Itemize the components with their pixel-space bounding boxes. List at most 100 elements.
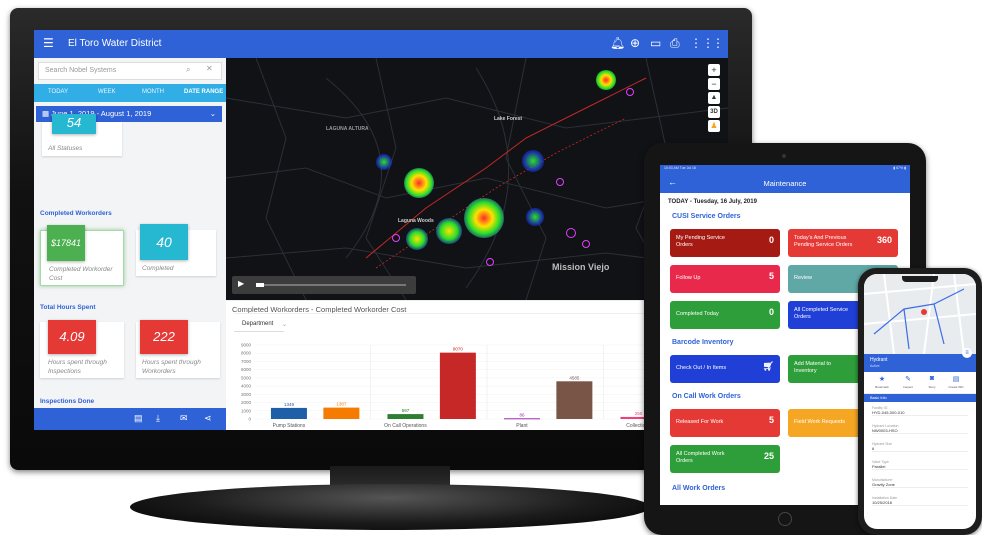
3d-toggle-button[interactable]: 3D [708,106,720,118]
hours-workorders-value: 222 [140,320,188,354]
check-out-in-items-button[interactable]: Check Out / In Items 🛒︎ [670,355,780,383]
tablet-home-button[interactable] [778,512,792,526]
y-tick-label: 9000 [241,343,252,348]
follow-up-button[interactable]: Follow Up 5 [670,265,780,293]
left-panel-footer: ▤ ⤓ ✉ ⋖ [34,408,226,430]
completed-cost-card[interactable]: $17841 Completed Workorder Cost [40,225,124,286]
bar[interactable] [323,407,360,419]
cart-icon: 🛒︎ [762,361,774,371]
x-tick-label: Plant [516,423,528,429]
search-input[interactable]: Search Nobel Systems [38,62,222,80]
mail-icon[interactable]: ✉ [180,413,188,424]
status-value: 54 [52,114,96,134]
search-icon[interactable]: ⌕ [186,65,190,75]
department-dropdown[interactable]: Department [242,321,273,327]
field-value: Gravity Zone [872,482,895,487]
street-view-icon[interactable]: ♟ [708,120,720,132]
button-count: 5 [768,415,774,425]
field-value: Parallel [872,464,886,469]
timeline-thumb[interactable] [256,283,264,287]
divider [234,313,704,314]
bar[interactable] [270,407,307,419]
zoom-in-button[interactable]: + [708,64,720,76]
play-icon[interactable]: ▶ [238,279,244,288]
close-icon[interactable]: ✕ [206,64,213,73]
tab-week[interactable]: WEEK [98,89,116,95]
map-label-lake-forest: Lake Forest [494,116,523,122]
field-row: Hydrant Location NW0003-HSO [872,424,968,434]
hamburger-menu-icon[interactable]: ☰ [43,36,54,50]
field-value: 6 [872,446,875,451]
completed-today-button[interactable]: Completed Today 0 [670,301,780,329]
bar-value-label: 86 [519,412,525,417]
section-title-inspections: Inspections Done [40,398,95,405]
phone-notch [902,276,938,282]
tablet-status-time: 10:03 AM Tue Jul 16 [664,166,696,170]
map-label-laguna-woods: Laguna Woods [398,218,434,224]
download-icon[interactable]: ⤓ [156,413,160,424]
bar-value-label: 1349 [284,402,295,407]
document-icon[interactable]: ▤ [946,375,966,383]
hours-inspections-card[interactable]: 4.09 Hours spent through Inspections [40,320,124,378]
button-label: Review [794,275,813,281]
all-completed-work-orders-button[interactable]: All Completed Work Orders 25 [670,445,780,473]
button-label: My Pending Service Orders [676,235,725,248]
chevron-down-icon: ⌄ [282,322,288,328]
hours-workorders-card[interactable]: 222 Hours spent through Workorders [136,320,220,378]
button-label: Today's And Previous Pending Service Ord… [794,235,853,248]
button-label: Add Material to Inventory [794,361,831,374]
hours-workorders-label: Hours spent through Workorders [142,359,201,375]
completed-count-card[interactable]: 40 Completed [136,224,216,276]
timeline-slider[interactable] [256,283,406,287]
tab-today[interactable]: TODAY [48,89,68,95]
button-label: Check Out / In Items [676,365,727,371]
app-top-bar: ☰ El Toro Water District 🔔︎ ⊕ ▭ ⎙ ⋮⋮ ⋮ [34,30,728,58]
apps-grid-icon[interactable]: ⋮⋮ [690,36,714,50]
share-icon[interactable]: ⋖ [204,413,212,424]
todays-pending-service-orders-button[interactable]: Today's And Previous Pending Service Ord… [788,229,898,257]
camera-icon[interactable]: ◙ [922,375,942,382]
phone-map[interactable] [864,274,976,354]
window-icon[interactable]: ▭ [650,36,661,50]
status-label: All Statuses [48,145,83,152]
bar[interactable] [556,381,593,419]
bell-icon[interactable]: 🔔︎ [610,36,625,50]
heat-spot [596,70,616,90]
document-icon[interactable]: ▤ [134,413,143,424]
button-count: 0 [768,235,774,245]
button-label: Completed Today [676,311,719,317]
completed-cost-label: Completed Workorder Cost [49,266,113,282]
print-icon[interactable]: ⎙ [670,36,680,51]
zoom-out-button[interactable]: − [708,78,720,90]
field-row: Installation Date 10/25/2016 [872,496,968,506]
hydrant-header: Hydrant Active ≡ [864,348,976,372]
map-marker [626,88,634,96]
map-label-laguna-altura: LAGUNA ALTURA [326,126,369,132]
button-label: All Completed Work Orders [676,451,725,464]
y-tick-label: 3000 [241,392,252,397]
more-menu-icon[interactable]: ⋮ [712,36,724,50]
button-label: Field Work Requests [794,419,845,425]
field-value: HYD-045-000-010 [872,410,905,415]
bar-value-label: 8070 [453,347,464,352]
tab-date-range[interactable]: DATE RANGE [184,89,223,95]
basic-info-header: Basic Info [864,394,976,402]
y-tick-label: 7000 [241,359,252,364]
pen-icon[interactable]: ✎ [898,375,918,383]
bar[interactable] [387,414,424,419]
phone-map-streets [864,274,976,354]
status-card[interactable]: 54 All Statuses [42,114,122,156]
bar[interactable] [439,352,476,419]
bar[interactable] [503,418,540,420]
released-for-work-button[interactable]: Released For Work 5 [670,409,780,437]
compass-icon[interactable]: ▲ [708,92,720,104]
completed-cost-value: $17841 [47,225,85,261]
button-label: Follow Up [676,275,701,281]
add-icon[interactable]: ⊕ [630,36,640,50]
my-pending-service-orders-button[interactable]: My Pending Service Orders 0 [670,229,780,257]
tablet-title: Maintenance [763,179,807,188]
x-tick-label: Pump Stations [273,423,306,429]
phone-fab-button[interactable]: ≡ [962,348,972,358]
star-icon[interactable]: ★ [872,375,892,383]
tab-month[interactable]: MONTH [142,89,164,95]
